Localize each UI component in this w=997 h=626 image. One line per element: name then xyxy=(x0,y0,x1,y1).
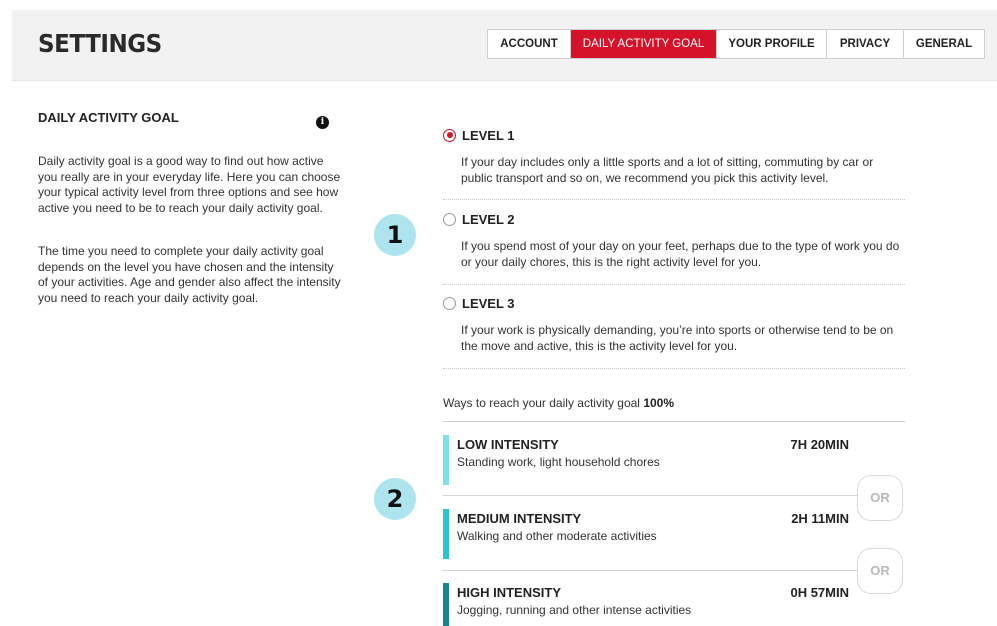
tab-privacy[interactable]: PRIVACY xyxy=(827,30,904,58)
level-2-label: LEVEL 2 xyxy=(462,211,515,227)
level-1-label: LEVEL 1 xyxy=(462,127,515,143)
info-icon[interactable]: i xyxy=(316,116,329,129)
level-3-description: If your work is physically demanding, yo… xyxy=(461,323,894,353)
level-option-2[interactable]: LEVEL 2 If you spend most of your day on… xyxy=(443,210,905,270)
or-badge: OR xyxy=(857,475,903,521)
divider xyxy=(443,421,905,422)
intensity-high: HIGH INTENSITY Jogging, running and othe… xyxy=(443,583,853,626)
annotation-marker-2: 2 xyxy=(374,478,416,520)
level-2-description: If you spend most of your day on your fe… xyxy=(461,239,900,269)
intensity-medium: MEDIUM INTENSITY Walking and other moder… xyxy=(443,509,853,559)
intensity-medium-label: MEDIUM INTENSITY xyxy=(457,511,582,526)
level-1-description: If your day includes only a little sport… xyxy=(461,155,874,185)
intensity-high-label: HIGH INTENSITY xyxy=(457,585,562,600)
level-option-3[interactable]: LEVEL 3 If your work is physically deman… xyxy=(443,294,905,354)
tab-general[interactable]: GENERAL xyxy=(904,30,984,58)
divider xyxy=(443,199,905,200)
goal-percent: 100% xyxy=(643,396,675,410)
settings-tabs: ACCOUNT DAILY ACTIVITY GOAL YOUR PROFILE… xyxy=(487,29,985,59)
divider xyxy=(443,284,905,285)
settings-header: SETTINGS ACCOUNT DAILY ACTIVITY GOAL YOU… xyxy=(12,10,997,81)
intensity-medium-description: Walking and other moderate activities xyxy=(457,529,657,543)
divider xyxy=(443,570,863,571)
section-title: DAILY ACTIVITY GOAL xyxy=(38,110,179,125)
ways-text: Ways to reach your daily activity goal xyxy=(443,396,644,410)
intensity-low-color-bar xyxy=(443,435,449,485)
tab-daily-activity-goal[interactable]: DAILY ACTIVITY GOAL xyxy=(571,30,717,58)
intensity-high-description: Jogging, running and other intense activ… xyxy=(457,603,692,617)
intensity-low-time: 7H 20MIN xyxy=(790,437,849,452)
intensity-low-label: LOW INTENSITY xyxy=(457,437,559,452)
intensity-high-color-bar xyxy=(443,583,449,626)
intensity-high-time: 0H 57MIN xyxy=(790,585,849,600)
level-option-1[interactable]: LEVEL 1 If your day includes only a litt… xyxy=(443,126,905,186)
intensity-medium-color-bar xyxy=(443,509,449,559)
or-badge: OR xyxy=(857,548,903,594)
level-3-radio[interactable] xyxy=(443,296,456,310)
level-2-radio[interactable] xyxy=(443,212,456,226)
intensity-medium-time: 2H 11MIN xyxy=(791,511,849,526)
tab-your-profile[interactable]: YOUR PROFILE xyxy=(717,30,827,58)
level-1-radio[interactable] xyxy=(443,128,456,142)
tab-account[interactable]: ACCOUNT xyxy=(488,30,571,58)
details-paragraph: The time you need to complete your daily… xyxy=(38,244,341,305)
intensity-low: LOW INTENSITY Standing work, light house… xyxy=(443,435,853,485)
level-3-label: LEVEL 3 xyxy=(462,295,515,311)
divider xyxy=(443,495,863,496)
annotation-marker-1: 1 xyxy=(374,214,416,256)
intensity-low-description: Standing work, light household chores xyxy=(457,455,660,469)
divider xyxy=(443,368,905,369)
ways-to-reach-goal: Ways to reach your daily activity goal 1… xyxy=(443,396,674,410)
page-title: SETTINGS xyxy=(38,29,162,58)
intro-paragraph: Daily activity goal is a good way to fin… xyxy=(38,154,341,215)
